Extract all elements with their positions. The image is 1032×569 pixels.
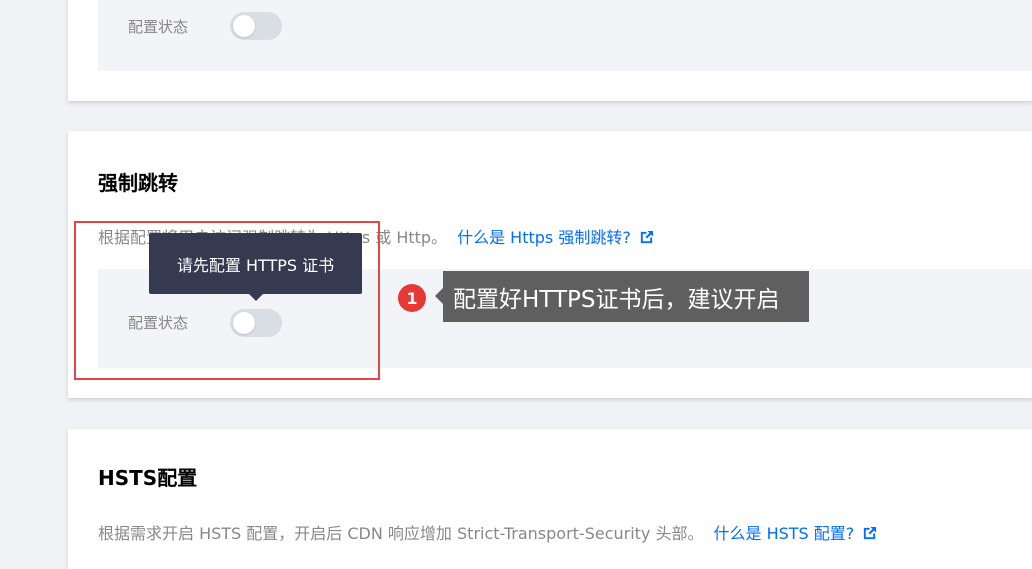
help-link[interactable]: 什么是 Https 强制跳转?	[457, 228, 631, 247]
external-link-icon[interactable]	[639, 230, 654, 249]
switch-knob	[233, 15, 255, 37]
config-card-previous: 配置状态	[68, 0, 1032, 101]
config-status-switch[interactable]	[230, 12, 282, 40]
tooltip: 请先配置 HTTPS 证书	[149, 233, 362, 301]
description-text: 根据需求开启 HSTS 配置，开启后 CDN 响应增加 Strict-Trans…	[98, 524, 704, 543]
annotation-callout: 配置好HTTPS证书后，建议开启	[435, 271, 809, 322]
hsts-card: HSTS配置 根据需求开启 HSTS 配置，开启后 CDN 响应增加 Stric…	[68, 429, 1032, 569]
help-link[interactable]: 什么是 HSTS 配置?	[713, 524, 854, 543]
annotation-number-badge: 1	[398, 284, 426, 312]
section-title: HSTS配置	[98, 466, 198, 490]
config-status-label: 配置状态	[128, 18, 189, 36]
external-link-icon[interactable]	[862, 526, 877, 545]
section-title: 强制跳转	[98, 171, 178, 195]
section-description: 根据需求开启 HSTS 配置，开启后 CDN 响应增加 Strict-Trans…	[98, 520, 877, 545]
config-panel: 配置状态	[98, 0, 1032, 71]
